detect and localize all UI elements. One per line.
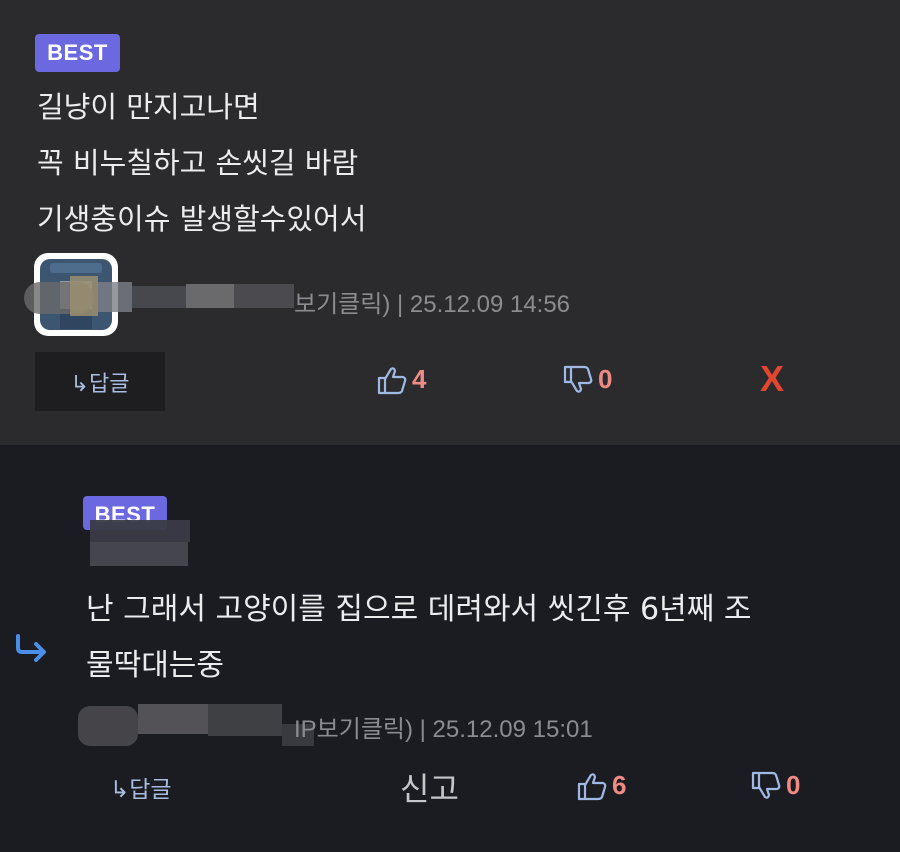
thumbs-down-icon bbox=[562, 365, 594, 395]
like-button[interactable]: 6 bbox=[576, 770, 626, 801]
reply-arrow-icon bbox=[14, 634, 50, 668]
thumbs-down-icon bbox=[750, 771, 782, 801]
reply-meta: IP보기클릭) | 25.12.09 15:01 bbox=[294, 716, 593, 743]
comment-line-2: 꼭 비누칠하고 손씻길 바람 bbox=[37, 146, 359, 180]
dislike-button[interactable]: 0 bbox=[562, 364, 612, 395]
reply-line-2: 물딱대는중 bbox=[86, 648, 224, 683]
delete-button[interactable]: X bbox=[760, 358, 784, 400]
like-button[interactable]: 4 bbox=[376, 364, 426, 395]
thumbs-up-icon bbox=[576, 771, 608, 801]
like-count: 4 bbox=[412, 364, 427, 394]
reply-button[interactable]: ↳답글 bbox=[35, 352, 165, 411]
thumbs-up-icon bbox=[376, 365, 408, 395]
like-count: 6 bbox=[612, 770, 627, 800]
report-button[interactable]: 신고 bbox=[400, 764, 459, 810]
comment-meta: 보기클릭) | 25.12.09 14:56 bbox=[294, 291, 571, 318]
comment-line-1: 길냥이 만지고나면 bbox=[37, 90, 260, 124]
reply-line-1: 난 그래서 고양이를 집으로 데려와서 씻긴후 6년째 조 bbox=[86, 592, 752, 627]
dislike-count: 0 bbox=[598, 364, 613, 394]
reply-button[interactable]: ↳답글 bbox=[110, 770, 172, 804]
dislike-count: 0 bbox=[786, 770, 801, 800]
best-badge: BEST bbox=[35, 34, 120, 72]
comment-line-3: 기생충이슈 발생할수있어서 bbox=[37, 202, 367, 236]
dislike-button[interactable]: 0 bbox=[750, 770, 800, 801]
